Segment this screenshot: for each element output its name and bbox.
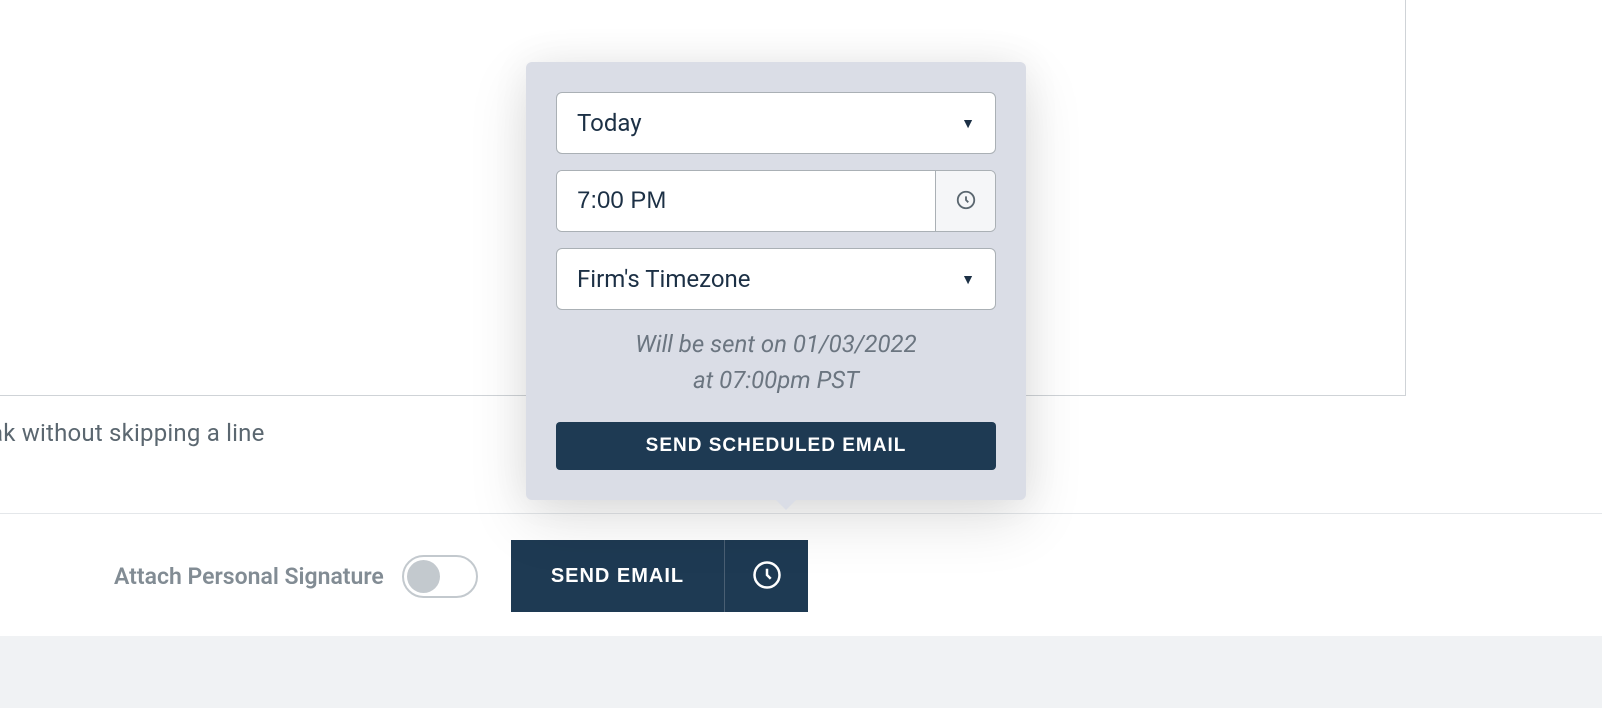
attach-signature-label: Attach Personal Signature (114, 563, 384, 590)
send-email-button[interactable]: SEND EMAIL (511, 540, 724, 612)
page-background-strip (0, 636, 1602, 708)
schedule-time-input[interactable] (557, 171, 935, 231)
editor-hint-text: ak without skipping a line (0, 419, 265, 447)
schedule-popover: Today ▼ Firm's Timezone ▼ Will be sent o… (526, 62, 1026, 500)
clock-icon (955, 189, 977, 214)
schedule-summary-text: Will be sent on 01/03/2022 at 07:00pm PS… (556, 326, 996, 398)
compose-footer: Attach Personal Signature SEND EMAIL (0, 513, 1602, 638)
time-picker-button[interactable] (935, 171, 995, 231)
schedule-summary-line1: Will be sent on 01/03/2022 (556, 326, 996, 362)
schedule-date-select[interactable]: Today ▼ (556, 92, 996, 154)
toggle-knob (407, 560, 440, 593)
schedule-timezone-value: Firm's Timezone (577, 265, 751, 293)
send-button-group: SEND EMAIL (511, 540, 808, 612)
schedule-summary-line2: at 07:00pm PST (556, 362, 996, 398)
caret-down-icon: ▼ (961, 271, 975, 288)
attach-signature-toggle[interactable] (402, 555, 478, 598)
caret-down-icon: ▼ (961, 115, 975, 132)
schedule-send-button[interactable] (724, 540, 808, 612)
schedule-date-value: Today (577, 109, 642, 137)
clock-icon (752, 560, 782, 593)
send-scheduled-email-button[interactable]: SEND SCHEDULED EMAIL (556, 422, 996, 470)
schedule-timezone-select[interactable]: Firm's Timezone ▼ (556, 248, 996, 310)
schedule-time-field (556, 170, 996, 232)
